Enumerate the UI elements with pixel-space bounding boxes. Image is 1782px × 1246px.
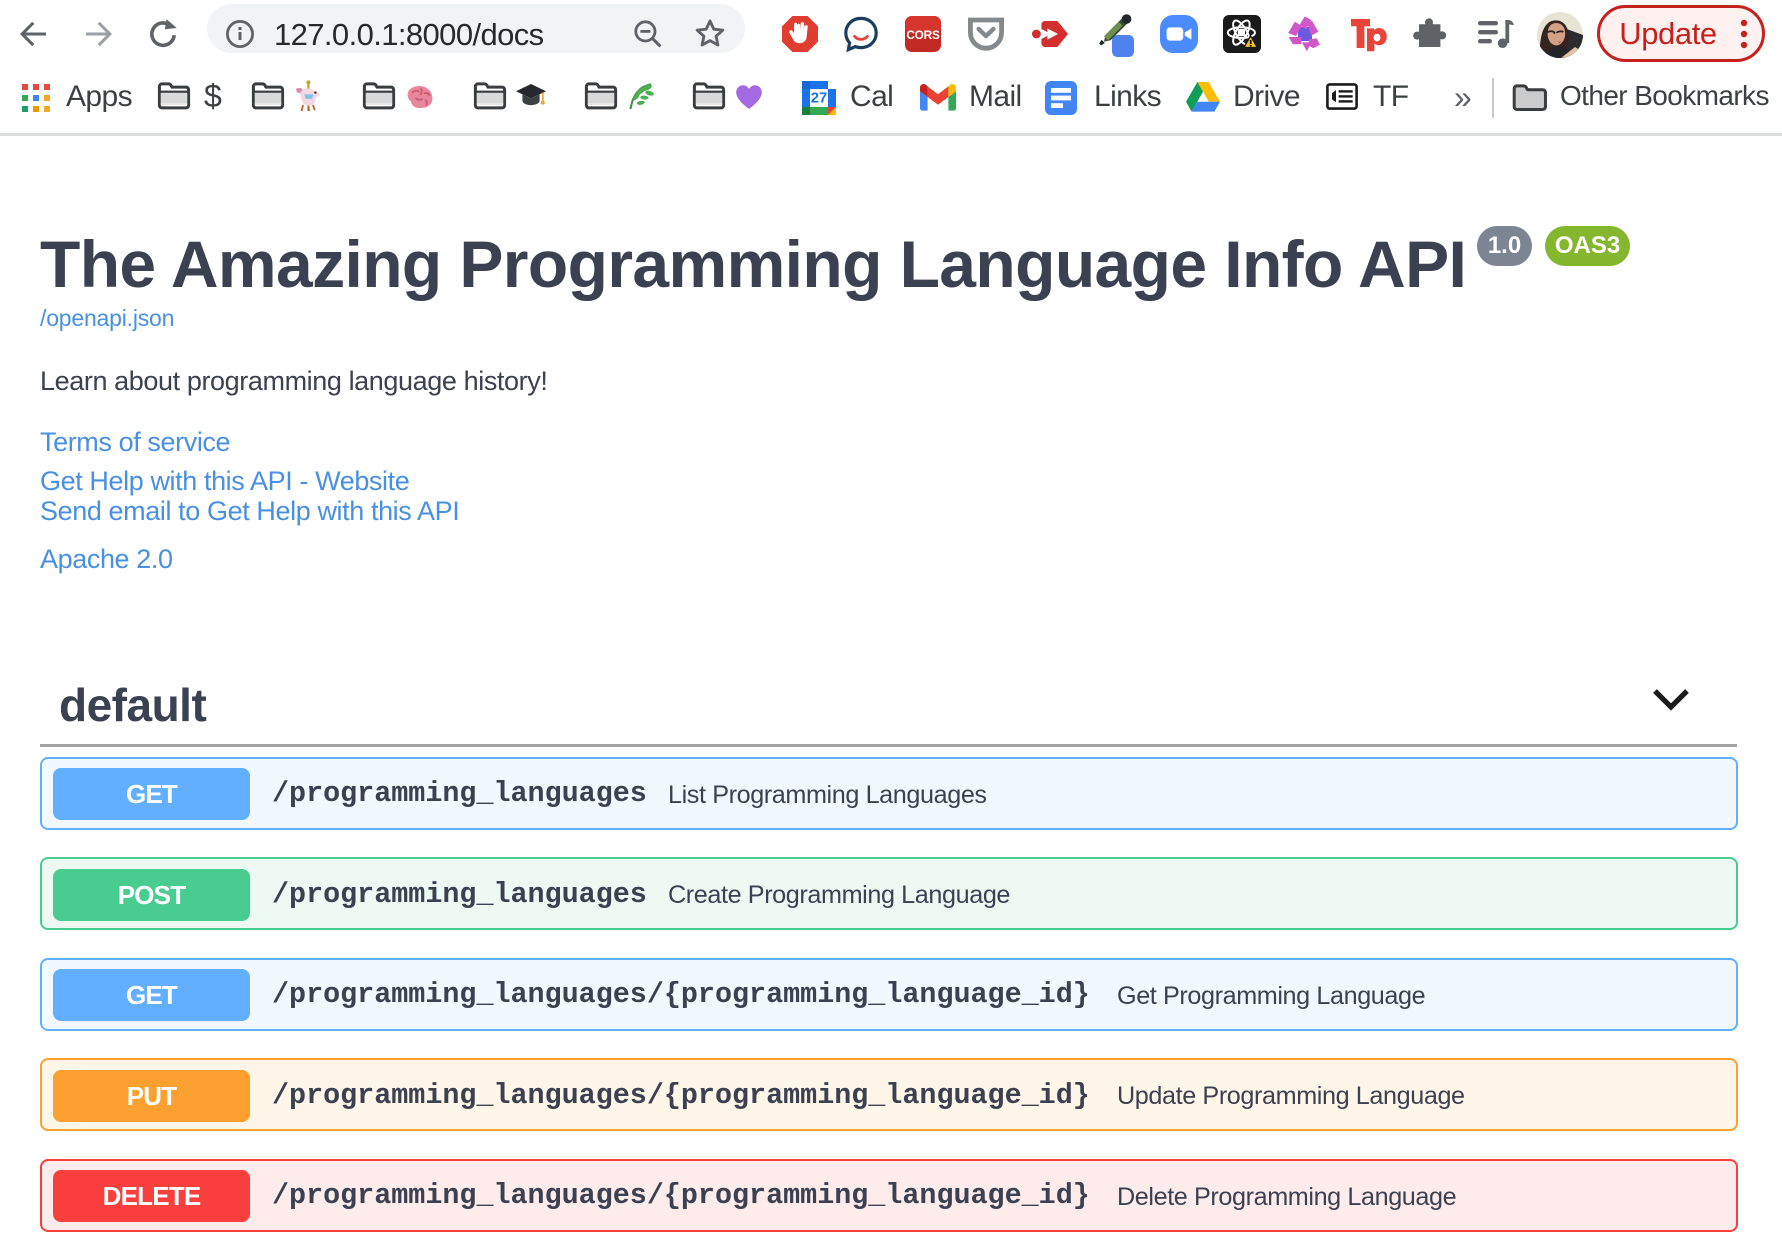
svg-text:27: 27	[811, 91, 827, 107]
svg-text:CORS: CORS	[906, 28, 940, 42]
